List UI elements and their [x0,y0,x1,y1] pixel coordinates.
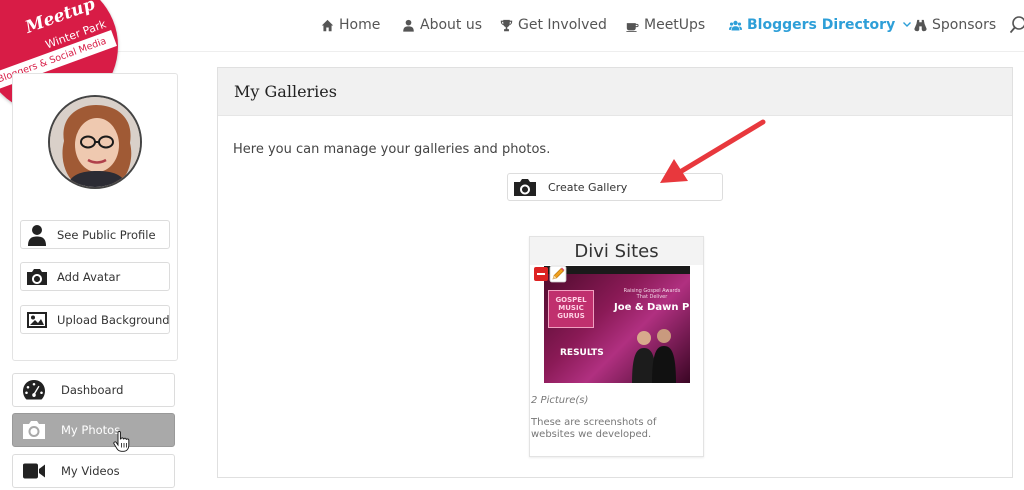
gallery-description: These are screenshots of websites we dev… [531,417,657,440]
create-gallery-label: Create Gallery [548,180,628,194]
camera-icon [23,421,45,439]
chevron-down-icon [903,22,912,27]
nav-sponsors[interactable]: Sponsors [914,15,996,35]
user-icon [403,19,414,32]
camera-icon [514,179,536,196]
top-navigation: Home About us Get Involved MeetUps Blogg… [0,0,1024,52]
image-icon [27,311,47,328]
edit-pencil-icon[interactable] [549,265,567,283]
nav-meetups-label: MeetUps [644,17,706,33]
search-icon[interactable] [1010,15,1024,35]
nav-about-us[interactable]: About us [402,15,482,35]
sidebar-item-dashboard[interactable]: Dashboard [12,373,175,407]
thumbnail-results: RESULTS [560,348,604,358]
avatar-portrait [50,97,140,187]
nav-bloggers-directory-label: Bloggers Directory [747,17,896,33]
nav-get-involved[interactable]: Get Involved [500,15,607,35]
annotation-arrow [660,119,766,183]
nav-home-label: Home [339,17,381,33]
gallery-thumbnail[interactable]: GOSPEL MUSIC GURUS Raising Gospel Awards… [544,266,690,383]
galleries-description: Here you can manage your galleries and p… [233,142,551,157]
thumbnail-tagline: Raising Gospel Awards That Deliver [623,288,681,300]
users-icon [729,20,742,31]
add-avatar-button[interactable]: Add Avatar [20,262,170,291]
page-title: My Galleries [234,82,337,101]
sidebar-item-my-videos-label: My Videos [61,464,120,478]
avatar [48,95,142,189]
home-icon [321,19,334,31]
dashboard-icon [23,380,45,400]
page: Home About us Get Involved MeetUps Blogg… [0,0,1024,490]
nav-bloggers-directory[interactable]: Bloggers Directory [729,15,912,35]
sidebar-item-my-photos-label: My Photos [61,423,121,437]
thumbnail-people [632,329,676,383]
trophy-icon [500,19,513,31]
sidebar-item-my-videos[interactable]: My Videos [12,454,175,488]
see-public-profile-button[interactable]: See Public Profile [20,220,170,249]
delete-icon[interactable] [534,267,548,281]
coffee-icon [626,22,639,32]
hand-cursor-icon [113,431,130,452]
video-camera-icon [23,463,45,479]
nav-home[interactable]: Home [321,15,380,35]
gallery-card[interactable]: Divi Sites GOSPEL MUSIC GURUS Raising Go… [529,236,704,457]
user-icon [28,224,46,246]
thumbnail-names: Joe & Dawn Pici [614,302,690,313]
binoculars-icon [914,19,927,31]
upload-background-button[interactable]: Upload Background [20,305,170,334]
picture-count: 2 Picture(s) [531,395,589,406]
panel-header: My Galleries [218,68,1012,116]
sidebar-item-dashboard-label: Dashboard [61,383,124,397]
thumbnail-logo: GOSPEL MUSIC GURUS [548,290,594,328]
add-avatar-label: Add Avatar [57,269,121,284]
nav-sponsors-label: Sponsors [932,17,997,33]
nav-about-us-label: About us [420,17,483,33]
nav-get-involved-label: Get Involved [518,17,607,33]
camera-icon [27,268,47,285]
see-public-profile-label: See Public Profile [57,227,156,242]
upload-background-label: Upload Background [57,312,170,327]
nav-meetups[interactable]: MeetUps [626,15,705,35]
sidebar-item-my-photos[interactable]: My Photos [12,413,175,447]
gallery-title[interactable]: Divi Sites [530,237,703,265]
